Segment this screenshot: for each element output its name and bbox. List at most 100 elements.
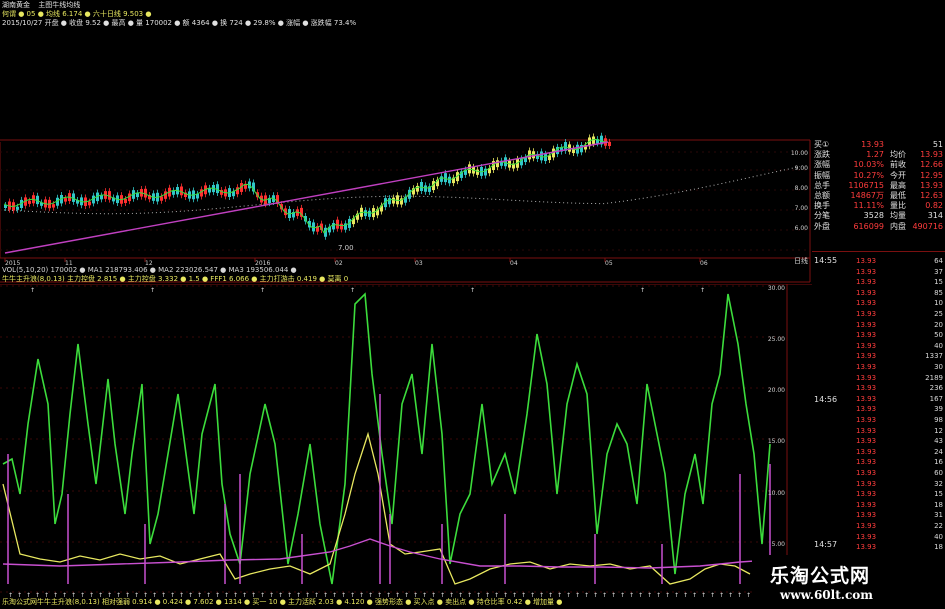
quote-divider [812,251,945,252]
quote-value-2: 314 [927,211,943,221]
tick-row: 13.93 31 [812,510,945,521]
tick-row: 13.93 39 [812,404,945,415]
tick-price: 13.93 [856,437,877,446]
tick-price: 13.93 [856,352,877,361]
tick-row: 13.93 85 [812,288,945,299]
price-axis-label: 6.00 [795,225,809,232]
signal-arrow: ↑ [30,287,35,294]
tick-row: 13.93 18 [812,542,945,553]
candle-body [88,201,91,206]
candle-body [396,195,399,205]
candle-body [476,169,479,175]
signal-arrow: ↑ [611,592,616,599]
date-axis-label: 03 [415,260,423,267]
tick-row: 13.93 43 [812,436,945,447]
price-chart[interactable]: 7.00 2015 11 12 2016 02 03 04 05 06 10.009.008.0… [0,0,945,290]
signal-arrow: ↑ [602,592,607,599]
signal-arrow: ↑ [575,592,580,599]
tick-volume: 25 [934,310,943,318]
indicator-spikes [7,394,771,584]
tick-volume: 18 [934,543,943,552]
tick-volume: 50 [934,331,943,340]
quote-value: 616099 [853,221,884,231]
tick-volume: 37 [934,267,943,276]
candle-body [312,222,315,232]
quote-value-2: 13.93 [920,180,943,190]
signal-arrow: ↑ [260,287,265,294]
tick-price: 13.93 [856,447,877,456]
quote-value-2: 13.93 [920,150,943,160]
quote-row: 换手 11.11% 量比 0.82 [812,201,945,211]
tick-volume: 12 [934,426,943,435]
tick-volume: 15 [934,490,943,499]
quote-label-2: 内盘 [890,221,906,231]
candle-body [336,219,339,229]
tick-price: 13.93 [856,310,877,318]
quote-label-2: 前收 [890,160,906,170]
quote-value: 10.27% [853,170,884,180]
signal-arrow: ↑ [700,287,705,294]
date-axis-label: 04 [510,260,518,267]
candle-body [424,185,427,192]
tick-volume: 60 [934,469,943,477]
watermark-title: 乐淘公式网 [770,565,871,587]
price-axis-label: 8.00 [795,185,809,192]
tick-price: 13.93 [856,532,877,541]
header: 湖南黄金 主图牛线均线 何谓 ● 05 ● 均线 6.174 ● 六十日线 9.… [2,1,356,28]
tick-volume: 10 [934,299,943,308]
candle-body [52,204,55,208]
signal-arrow: ↑ [674,592,679,599]
tick-row: 13.93 40 [812,341,945,352]
signal-arrow: ↑ [728,592,733,599]
tick-price: 13.93 [856,479,877,488]
signal-arrow: ↑ [640,287,645,294]
price-axis-label: 9.00 [795,165,809,172]
tick-volume: 98 [934,416,943,424]
signal-arrow: ↑ [701,592,706,599]
signal-arrow: ↑ [710,592,715,599]
signal-arrows: ↑ ↑ ↑ ↑ ↑ ↑ ↑ ↑ ↑ ↑ ↑ ↑ ↑ ↑ ↑ ↑ ↑ ↑ ↑ ↑ ↑ ↑ ↑ ↑ ↑ ↑ ↑ ↑ ↑ ↑ ↑ ↑ ↑ ↑ ↑ ↑ ↑ ↑ ↑ ↑… [8,287,760,599]
vol-axis-label: 日线 [794,256,808,265]
signal-arrow: ↑ [593,592,598,599]
tick-row: 13.93 18 [812,500,945,511]
tick-volume: 31 [934,511,943,520]
tick-price: 13.93 [856,331,877,340]
tick-row: 13.93 15 [812,277,945,288]
date-axis-label: 05 [605,260,613,267]
tick-volume: 39 [934,405,943,414]
candle-body [368,210,371,217]
watermark-url: www.60lt.com [780,588,873,602]
tick-volume: 40 [934,532,943,541]
indicator-chart[interactable]: ↑ ↑ ↑ ↑ ↑ ↑ ↑ ↑ ↑ ↑ ↑ ↑ ↑ ↑ ↑ ↑ ↑ ↑ ↑ ↑ ↑ ↑ ↑ ↑ ↑ ↑ ↑ ↑ ↑ ↑ ↑ ↑ ↑ ↑ ↑ ↑ ↑ ↑ ↑ ↑… [0,284,812,604]
tick-price: 13.93 [856,511,877,520]
quote-label: 涨跌 [814,150,830,160]
candle-body [392,197,395,204]
quote-label-2: 均量 [890,211,906,221]
tick-volume: 22 [934,522,943,530]
tick-price: 13.93 [856,522,877,530]
tick-row: 13.93 22 [812,521,945,532]
tick-volume: 16 [934,458,943,467]
signal-arrow: ↑ [150,287,155,294]
signal-arrow: ↑ [665,592,670,599]
tick-row: 13.93 50 [812,330,945,341]
quote-value-2: 0.82 [925,201,943,211]
quote-value: 3528 [863,211,884,221]
candle-body [332,223,335,230]
tick-row: 13.93 25 [812,309,945,320]
signal-arrow: ↑ [620,592,625,599]
indicator-axis-label: 30.00 [768,285,785,292]
candle-body [180,186,183,196]
quote-value-2: 51 [932,140,943,149]
candle-body [440,176,443,182]
tick-row: 13.93 20 [812,320,945,331]
tick-volume: 30 [934,363,943,371]
tick-volume: 15 [934,278,943,287]
candle-body [388,198,391,205]
signal-arrow: ↑ [656,592,661,599]
tick-row: 13.93 12 [812,426,945,437]
tick-price: 13.93 [856,373,877,382]
tick-volume: 24 [934,447,943,456]
signal-arrow: ↑ [692,592,697,599]
candle-body [64,198,67,202]
